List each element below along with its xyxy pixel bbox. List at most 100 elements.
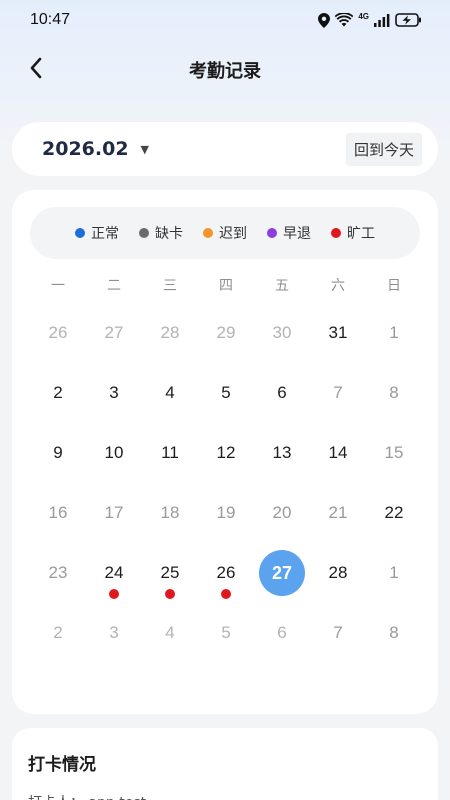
legend-dot — [267, 228, 277, 238]
calendar-day[interactable]: 3 — [86, 614, 142, 674]
calendar-day[interactable]: 27 — [254, 550, 310, 614]
today-day-number: 27 — [259, 550, 305, 596]
calendar-day[interactable]: 16 — [30, 494, 86, 554]
legend-dot — [331, 228, 341, 238]
calendar-day[interactable]: 15 — [366, 434, 422, 494]
status-icons: 4G — [318, 12, 422, 28]
day-number: 18 — [160, 503, 180, 522]
calendar-day[interactable]: 5 — [198, 614, 254, 674]
legend-label: 正常 — [91, 226, 119, 242]
calendar-day[interactable]: 23 — [30, 554, 86, 614]
calendar-day[interactable]: 18 — [142, 494, 198, 554]
calendar-day[interactable]: 8 — [366, 374, 422, 434]
calendar-day[interactable]: 26 — [198, 554, 254, 614]
calendar-day[interactable]: 7 — [310, 374, 366, 434]
day-number: 5 — [221, 623, 231, 642]
month-picker[interactable]: 2026.02 ▼ — [42, 138, 149, 160]
day-number: 15 — [384, 443, 404, 462]
calendar-day[interactable]: 21 — [310, 494, 366, 554]
calendar-day[interactable]: 28 — [142, 314, 198, 374]
day-number: 23 — [48, 563, 68, 582]
calendar-day[interactable]: 17 — [86, 494, 142, 554]
absence-mark — [109, 589, 119, 599]
calendar-day[interactable]: 4 — [142, 374, 198, 434]
legend-dot — [139, 228, 149, 238]
calendar-day[interactable]: 24 — [86, 554, 142, 614]
day-number: 10 — [104, 443, 124, 462]
punch-record-card: 打卡情况 打卡人： app test — [12, 728, 438, 800]
calendar-day[interactable]: 19 — [198, 494, 254, 554]
record-title: 打卡情况 — [28, 755, 96, 775]
day-number: 14 — [328, 443, 348, 462]
back-button[interactable] — [22, 56, 50, 84]
legend-item: 缺卡 — [139, 223, 183, 243]
day-number: 27 — [104, 323, 124, 342]
month-value: 2026.02 — [42, 138, 129, 160]
calendar-day[interactable]: 8 — [366, 614, 422, 674]
legend-label: 早退 — [283, 226, 311, 242]
page-title: 考勤记录 — [189, 61, 261, 82]
app-header: 考勤记录 — [0, 48, 450, 92]
day-number: 9 — [53, 443, 63, 462]
weekday-label: 三 — [163, 278, 177, 294]
day-number: 30 — [272, 323, 292, 342]
weekday-label: 二 — [107, 278, 121, 294]
calendar-day[interactable]: 11 — [142, 434, 198, 494]
weekday-label: 日 — [387, 278, 401, 294]
calendar-day[interactable]: 22 — [366, 494, 422, 554]
calendar-day[interactable]: 28 — [310, 554, 366, 614]
day-number: 8 — [389, 383, 399, 402]
day-number: 28 — [328, 563, 348, 582]
legend-item: 早退 — [267, 223, 311, 243]
day-number: 17 — [104, 503, 124, 522]
signal-icon — [374, 13, 390, 27]
calendar-day[interactable]: 3 — [86, 374, 142, 434]
calendar-day[interactable]: 30 — [254, 314, 310, 374]
weekday-label: 五 — [275, 278, 289, 294]
calendar-day[interactable]: 12 — [198, 434, 254, 494]
absence-mark — [221, 589, 231, 599]
calendar-day[interactable]: 25 — [142, 554, 198, 614]
day-number: 19 — [216, 503, 236, 522]
calendar-day[interactable]: 29 — [198, 314, 254, 374]
back-to-today-button[interactable]: 回到今天 — [345, 132, 422, 166]
legend-item: 迟到 — [203, 223, 247, 243]
day-number: 3 — [109, 623, 119, 642]
day-number: 4 — [165, 623, 175, 642]
calendar-day[interactable]: 2 — [30, 614, 86, 674]
calendar-day[interactable]: 1 — [366, 314, 422, 374]
day-number: 28 — [160, 323, 180, 342]
calendar-day[interactable]: 26 — [30, 314, 86, 374]
day-number: 22 — [384, 503, 404, 522]
calendar-day[interactable]: 6 — [254, 614, 310, 674]
day-number: 7 — [333, 383, 343, 402]
calendar-day[interactable]: 20 — [254, 494, 310, 554]
calendar-day[interactable]: 4 — [142, 614, 198, 674]
calendar-grid: 26 27 28 29 30 31 1 2 3 4 5 6 7 8 9 10 11 12 13 14 15 16 17 18 1… — [30, 314, 422, 674]
status-bar: 10:47 4G — [0, 0, 450, 40]
chevron-left-icon — [29, 57, 43, 83]
caret-down-icon: ▼ — [140, 142, 150, 156]
day-number: 2 — [53, 383, 63, 402]
calendar-day[interactable]: 1 — [366, 554, 422, 614]
day-number: 8 — [389, 623, 399, 642]
calendar-day[interactable]: 27 — [86, 314, 142, 374]
calendar-day[interactable]: 7 — [310, 614, 366, 674]
day-number: 11 — [161, 443, 179, 462]
calendar-day[interactable]: 9 — [30, 434, 86, 494]
calendar-day[interactable]: 10 — [86, 434, 142, 494]
calendar-day[interactable]: 2 — [30, 374, 86, 434]
day-number: 5 — [221, 383, 231, 402]
calendar-day[interactable]: 14 — [310, 434, 366, 494]
day-number: 2 — [53, 623, 63, 642]
legend-item: 旷工 — [331, 223, 375, 243]
calendar-day[interactable]: 6 — [254, 374, 310, 434]
day-number: 21 — [328, 503, 348, 522]
calendar-day[interactable]: 13 — [254, 434, 310, 494]
calendar-day[interactable]: 31 — [310, 314, 366, 374]
calendar-day[interactable]: 5 — [198, 374, 254, 434]
day-number: 29 — [216, 323, 236, 342]
legend-label: 旷工 — [347, 226, 375, 242]
day-number: 1 — [389, 563, 399, 582]
weekday-label: 六 — [331, 278, 345, 294]
